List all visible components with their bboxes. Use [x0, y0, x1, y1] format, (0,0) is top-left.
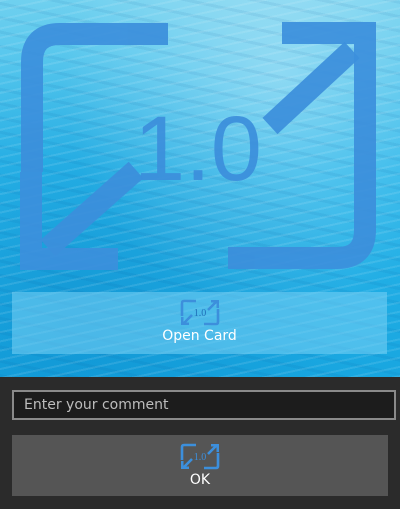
ok-button[interactable]: 1.0 OK [12, 435, 388, 496]
open-card-button[interactable]: 1.0 Open Card [12, 292, 387, 354]
open-card-label: Open Card [162, 328, 237, 344]
comment-input[interactable] [12, 390, 396, 420]
card-version-icon: 1.0 [20, 22, 376, 270]
card-version-text: 1.0 [193, 308, 206, 319]
card-version-text: 1.0 [194, 452, 207, 463]
card-version-icon: 1.0 [180, 443, 220, 470]
card-version-text: 1.0 [134, 98, 262, 200]
ok-label: OK [189, 472, 211, 488]
hero-image: 1.0 1.0 Open Card [0, 0, 400, 377]
card-version-icon: 1.0 [180, 299, 219, 326]
